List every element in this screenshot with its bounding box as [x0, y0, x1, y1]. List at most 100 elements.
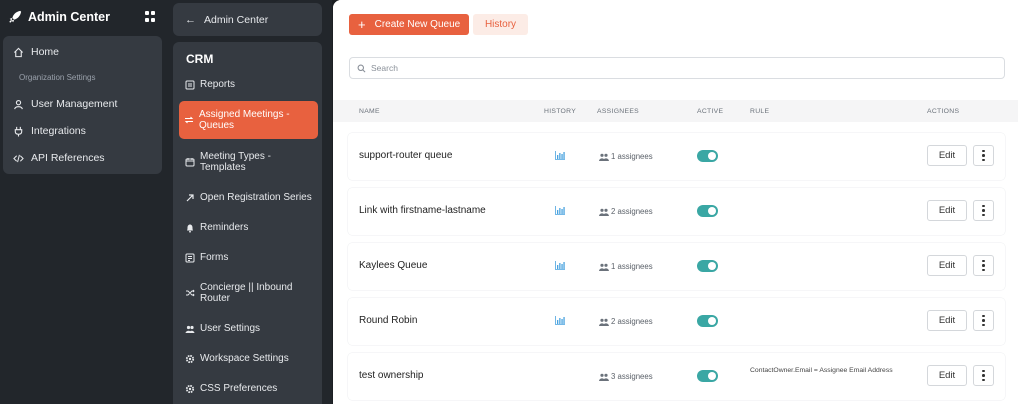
- table-row: support-router queue 1 assignees Edit: [348, 133, 1005, 180]
- arrow-left-icon: ←: [185, 13, 196, 26]
- sidebar-item-label: CSS Preferences: [200, 383, 278, 395]
- rail-item-label: User Management: [31, 98, 118, 110]
- main-content: + Create New Queue History NAME HISTORY …: [333, 0, 1018, 404]
- code-icon: [13, 154, 24, 162]
- kebab-dot: [982, 213, 985, 217]
- assignees-count[interactable]: 1 assignees: [599, 152, 653, 161]
- sidebar-item-label: Forms: [200, 252, 229, 264]
- assignees-count[interactable]: 1 assignees: [599, 262, 653, 271]
- kebab-dot: [982, 323, 985, 327]
- assignees-label: 2 assignees: [611, 207, 653, 216]
- sidebar-item-label: Assigned Meetings - Queues: [199, 108, 290, 132]
- more-options-button[interactable]: [973, 255, 994, 276]
- users-icon: [599, 208, 609, 216]
- sidebar-item-label: Meeting Types - Templates: [200, 150, 271, 174]
- column-header-active: ACTIVE: [697, 108, 724, 115]
- kebab-dot: [982, 204, 985, 208]
- sidebar-item-meeting-types[interactable]: Meeting Types - Templates: [184, 150, 314, 174]
- active-toggle[interactable]: [697, 205, 718, 217]
- apps-grid-icon[interactable]: [145, 11, 156, 22]
- plus-icon: +: [358, 17, 366, 32]
- calendar-icon: [184, 157, 195, 168]
- column-header-name: NAME: [359, 108, 380, 115]
- table-row: Kaylees Queue 1 assignees Edit: [348, 243, 1005, 290]
- bar-chart-icon[interactable]: [555, 316, 565, 325]
- kebab-dot: [982, 154, 985, 157]
- rail-item-home[interactable]: Home: [13, 46, 59, 58]
- active-toggle[interactable]: [697, 315, 718, 327]
- assignees-label: 1 assignees: [611, 152, 653, 161]
- sidebar-item-label: Workspace Settings: [200, 353, 289, 365]
- search-box: [349, 57, 1005, 79]
- sidebar-item-label: Open Registration Series: [200, 192, 312, 204]
- bar-chart-icon[interactable]: [555, 206, 565, 215]
- history-button[interactable]: History: [473, 14, 528, 35]
- sidebar-item-open-registration-series[interactable]: Open Registration Series: [184, 191, 314, 205]
- users-icon: [599, 263, 609, 271]
- sidebar-item-label: Concierge || Inbound Router: [200, 281, 293, 305]
- assignees-count[interactable]: 3 assignees: [599, 372, 653, 381]
- user-icon: [14, 99, 23, 109]
- edit-button[interactable]: Edit: [927, 145, 967, 166]
- users-icon: [599, 373, 609, 381]
- sidebar-item-workspace-settings[interactable]: Workspace Settings: [184, 352, 314, 366]
- sidebar-item-user-settings[interactable]: User Settings: [184, 322, 314, 336]
- assignees-count[interactable]: 2 assignees: [599, 207, 653, 216]
- sidebar-item-label: Reminders: [200, 222, 249, 234]
- bar-chart-icon[interactable]: [555, 151, 565, 160]
- shuffle-icon: [184, 288, 195, 299]
- rail-menu: Home Organization Settings User Manageme…: [3, 36, 162, 174]
- back-label: Admin Center: [204, 13, 269, 26]
- rail-item-api-references[interactable]: API References: [13, 152, 105, 164]
- edit-button[interactable]: Edit: [927, 310, 967, 331]
- sidebar-item-concierge-inbound-router[interactable]: Concierge || Inbound Router: [184, 281, 314, 305]
- swap-arrows-icon: [183, 115, 194, 126]
- kebab-dot: [982, 369, 985, 373]
- bell-icon: [184, 223, 195, 234]
- assignees-label: 2 assignees: [611, 317, 653, 326]
- edit-button[interactable]: Edit: [927, 365, 967, 386]
- kebab-dot: [982, 149, 985, 153]
- crm-sidebar: ← Admin Center CRM Reports Assigned Meet…: [172, 0, 332, 404]
- crm-menu: CRM Reports Assigned Meetings - Queues M…: [173, 42, 322, 404]
- rail-item-user-management[interactable]: User Management: [13, 98, 117, 110]
- active-toggle[interactable]: [697, 150, 718, 162]
- active-toggle[interactable]: [697, 260, 718, 272]
- sidebar-item-assigned-meetings-queues[interactable]: Assigned Meetings - Queues: [179, 101, 318, 139]
- edit-button[interactable]: Edit: [927, 255, 967, 276]
- report-icon: [184, 80, 195, 91]
- more-options-button[interactable]: [973, 365, 994, 386]
- column-header-assignees: ASSIGNEES: [597, 108, 639, 115]
- form-icon: [184, 253, 195, 264]
- queue-name: Kaylees Queue: [359, 260, 428, 271]
- active-toggle[interactable]: [697, 370, 718, 382]
- sidebar-item-forms[interactable]: Forms: [184, 251, 314, 265]
- sidebar-item-reminders[interactable]: Reminders: [184, 221, 314, 235]
- bar-chart-icon[interactable]: [555, 261, 565, 270]
- more-options-button[interactable]: [973, 200, 994, 221]
- table-header: [333, 100, 1018, 122]
- kebab-dot: [982, 158, 985, 162]
- more-options-button[interactable]: [973, 145, 994, 166]
- crm-heading: CRM: [186, 52, 214, 66]
- kebab-dot: [982, 264, 985, 267]
- sidebar-item-css-preferences[interactable]: CSS Preferences: [184, 382, 314, 396]
- search-input[interactable]: [371, 63, 971, 73]
- queue-name: Round Robin: [359, 315, 418, 326]
- rail-item-label: Integrations: [31, 125, 86, 137]
- app-title: Admin Center: [28, 10, 110, 24]
- kebab-dot: [982, 314, 985, 318]
- assignees-count[interactable]: 2 assignees: [599, 317, 653, 326]
- sidebar-item-reports[interactable]: Reports: [184, 78, 314, 92]
- rail-item-integrations[interactable]: Integrations: [13, 125, 86, 137]
- users-icon: [599, 318, 609, 326]
- back-to-admin-center[interactable]: ← Admin Center: [173, 3, 322, 36]
- edit-button[interactable]: Edit: [927, 200, 967, 221]
- rail-section-label: Organization Settings: [19, 73, 96, 82]
- queue-name: support-router queue: [359, 150, 453, 161]
- rocket-logo-icon: [9, 10, 22, 23]
- create-new-queue-button[interactable]: + Create New Queue: [349, 14, 469, 35]
- users-icon: [184, 324, 195, 335]
- more-options-button[interactable]: [973, 310, 994, 331]
- rail-item-label: Home: [31, 46, 60, 58]
